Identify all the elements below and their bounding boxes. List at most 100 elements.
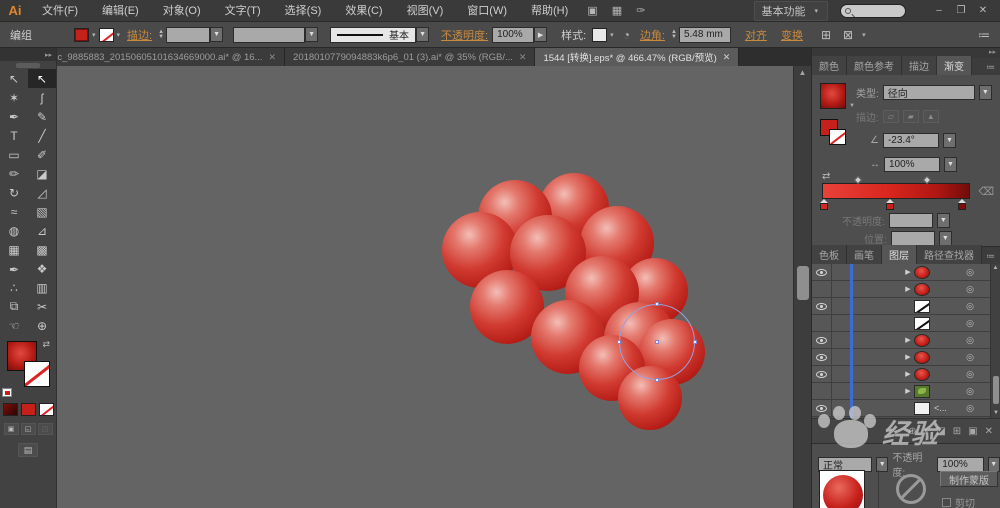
gradient-stroke-proxy[interactable] (829, 129, 846, 145)
layer-thumbnail-none[interactable] (914, 317, 930, 330)
gradient-button[interactable] (3, 403, 18, 416)
layer-row[interactable]: ▶◎ (812, 332, 990, 349)
collect-for-export-icon[interactable]: ⊕ (908, 426, 916, 437)
anchor-point[interactable] (655, 340, 659, 344)
stroke-along-icon[interactable]: ▰ (903, 110, 919, 123)
minimize-button[interactable]: – (928, 3, 950, 19)
new-layer-icon[interactable]: ▣ (968, 426, 977, 437)
gradient-slider[interactable] (822, 183, 970, 199)
corner-field[interactable]: 5.48 mm (679, 27, 731, 43)
pencil-tool[interactable]: ✏ (0, 164, 28, 183)
layer-thumbnail-sphere[interactable] (914, 368, 930, 381)
menu-item-F[interactable]: 文件(F) (30, 0, 90, 22)
menu-item-C[interactable]: 效果(C) (333, 0, 394, 22)
hand-tool[interactable]: ☜ (0, 316, 28, 335)
artboard-tool[interactable]: ⧉ (0, 297, 28, 316)
gradient-tab-颜色参考[interactable]: 颜色参考 (847, 56, 902, 75)
gradient-aspect-field[interactable]: 100% (884, 157, 940, 172)
restore-button[interactable]: ❐ (950, 3, 972, 19)
chevron-down-icon[interactable]: ▼ (944, 157, 957, 172)
type-tool[interactable]: T (0, 126, 28, 145)
gradient-stop[interactable] (958, 199, 967, 211)
expand-triangle-icon[interactable]: ▶ (902, 285, 914, 293)
corner-stepper[interactable]: ▲▼ (669, 30, 679, 40)
chevron-down-icon[interactable]: ▾ (89, 31, 99, 39)
stroke-weight-stepper[interactable]: ▲▼ (156, 30, 166, 40)
transform-link[interactable]: 变换 (777, 27, 807, 43)
gradient-type-select[interactable]: 径向 (883, 85, 975, 100)
scale-tool[interactable]: ◿ (28, 183, 56, 202)
expand-triangle-icon[interactable]: ▶ (902, 336, 914, 344)
visibility-cell[interactable] (812, 315, 832, 331)
scroll-up-icon[interactable]: ▲ (991, 264, 1000, 273)
zoom-tool[interactable]: ⊕ (28, 316, 56, 335)
new-sublayer-icon[interactable]: ⊞ (953, 426, 961, 437)
document-tab[interactable]: 2018010779094883k6p6_01 (3).ai* @ 35% (R… (285, 48, 535, 66)
layer-thumbnail-none[interactable] (914, 300, 930, 313)
layer-thumbnail-sphere[interactable] (914, 351, 930, 364)
column-graph-tool[interactable]: ▥ (28, 278, 56, 297)
chevron-down-icon[interactable]: ▾ (607, 31, 617, 39)
document-tab[interactable]: 1544 [转换].eps* @ 466.47% (RGB/预览)✕ (535, 48, 739, 66)
chevron-down-icon[interactable]: ▼ (305, 27, 318, 42)
gradient-tab-描边[interactable]: 描边 (902, 56, 937, 75)
stroke-color-indicator[interactable] (24, 361, 50, 387)
gradient-midpoint[interactable] (854, 176, 862, 184)
free-transform-tool[interactable]: ▧ (28, 202, 56, 221)
search-input[interactable] (840, 4, 906, 18)
delete-layer-icon[interactable]: ✕ (985, 426, 993, 437)
chevron-down-icon[interactable]: ▾ (114, 31, 124, 39)
symbol-sprayer-tool[interactable]: ∴ (0, 278, 28, 297)
eye-icon[interactable] (816, 303, 827, 310)
layer-thumbnail-sphere[interactable] (914, 266, 930, 279)
pen-tool[interactable]: ✒ (0, 107, 28, 126)
arrange-documents-icon[interactable]: ▦ (605, 4, 629, 17)
align-link[interactable]: 对齐 (741, 27, 771, 43)
document-tab[interactable]: Nipic_9885883_20150605101634669000.ai* @… (33, 48, 285, 66)
target-icon[interactable]: ◎ (966, 318, 974, 329)
stroke-weight-link[interactable]: 描边: (123, 27, 156, 43)
chevron-down-icon[interactable]: ▼ (943, 133, 956, 148)
gradient-stop[interactable] (886, 199, 895, 211)
mesh-tool[interactable]: ▦ (0, 240, 28, 259)
expand-triangle-icon[interactable]: ▶ (902, 387, 914, 395)
color-button[interactable] (21, 403, 36, 416)
canvas-vertical-scrollbar[interactable]: ▲ (793, 66, 811, 508)
chevron-down-icon[interactable]: ▼ (979, 85, 992, 100)
menu-item-E[interactable]: 编辑(E) (90, 0, 151, 22)
eye-icon[interactable] (816, 354, 827, 361)
reverse-gradient-icon[interactable]: ⇄ (822, 171, 830, 182)
stroke-color-swatch[interactable] (99, 28, 114, 42)
eraser-tool[interactable]: ◪ (28, 164, 56, 183)
draw-behind-mode-button[interactable]: ◱ (21, 423, 36, 435)
rectangle-tool[interactable]: ▭ (0, 145, 28, 164)
direct-selection-tool[interactable]: ↖ (28, 69, 56, 88)
visibility-cell[interactable] (812, 298, 832, 314)
tools-panel-header[interactable]: ▸▸ (0, 48, 56, 61)
layer-row[interactable]: ◎ (812, 315, 990, 332)
panel-menu-icon[interactable]: ≔ (986, 62, 1000, 75)
scrollbar-thumb[interactable] (993, 376, 999, 404)
line-segment-tool[interactable]: ╱ (28, 126, 56, 145)
menu-item-O[interactable]: 对象(O) (151, 0, 213, 22)
expand-triangle-icon[interactable]: ▶ (902, 370, 914, 378)
menu-item-V[interactable]: 视图(V) (395, 0, 456, 22)
layer-thumbnail-green[interactable] (914, 385, 930, 398)
delete-stop-icon[interactable]: ⌫ (978, 185, 994, 198)
gradient-tab-颜色[interactable]: 颜色 (812, 56, 847, 75)
gradient-thumbnail[interactable] (820, 83, 846, 109)
eye-icon[interactable] (816, 371, 827, 378)
tools-panel-grip[interactable] (16, 63, 40, 68)
chevron-down-icon[interactable]: ▼ (937, 213, 950, 228)
lasso-tool[interactable]: ʃ (28, 88, 56, 107)
target-icon[interactable]: ◎ (966, 335, 974, 346)
cs-live-icon[interactable]: ✑ (629, 4, 652, 17)
control-panel-menu-icon[interactable]: ≔ (972, 28, 1000, 42)
perspective-grid-tool[interactable]: ⊿ (28, 221, 56, 240)
make-mask-button[interactable]: 制作蒙版 (940, 471, 998, 487)
close-button[interactable]: ✕ (972, 3, 994, 19)
target-icon[interactable]: ◎ (966, 301, 974, 312)
eye-icon[interactable] (816, 269, 827, 276)
gradient-tab-渐变[interactable]: 渐变 (937, 56, 972, 75)
layer-thumbnail-sphere[interactable] (914, 334, 930, 347)
